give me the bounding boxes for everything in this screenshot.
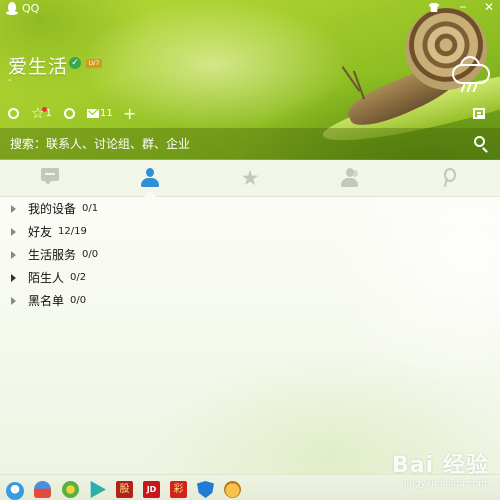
figure-icon[interactable] xyxy=(34,481,51,498)
status-toolbar: ☆ 1 11 + xyxy=(0,103,500,123)
cloud-rain-icon[interactable] xyxy=(448,56,492,96)
user-nickname[interactable]: 爱生活 xyxy=(8,52,68,79)
search-icon[interactable] xyxy=(474,136,485,147)
security-shield-icon[interactable] xyxy=(197,481,214,498)
qq-main-window: QQ – ✕ 爱生活 ✓ LV7 - ☆ 1 11 + 搜索：联系人、讨论组、群… xyxy=(0,0,500,500)
group-life-services[interactable]: 生活服务 0/0 xyxy=(0,243,500,266)
shirt-icon xyxy=(428,3,440,12)
qq-icon[interactable] xyxy=(6,482,24,500)
tab-contacts[interactable] xyxy=(100,160,200,197)
group-name: 我的设备 xyxy=(28,202,77,216)
qzone-icon xyxy=(444,168,456,188)
signature-text[interactable]: - xyxy=(8,75,12,86)
close-button[interactable]: ✕ xyxy=(480,0,498,16)
app-logo: QQ xyxy=(6,0,39,16)
message-icon xyxy=(41,168,59,185)
mail-icon xyxy=(87,108,99,118)
group-name: 黑名单 xyxy=(28,294,65,308)
space-icon xyxy=(8,107,19,119)
main-tabs: ★ xyxy=(0,160,500,197)
minimize-icon: – xyxy=(459,0,467,15)
star-button[interactable]: ☆ 1 xyxy=(31,103,52,123)
group-count: 0/1 xyxy=(82,203,99,214)
chevron-right-icon xyxy=(11,250,16,259)
jd-icon[interactable]: JD xyxy=(143,481,160,498)
group-count: 0/2 xyxy=(70,272,87,283)
group-friends[interactable]: 好友 12/19 xyxy=(0,220,500,243)
group-my-devices[interactable]: 我的设备 0/1 xyxy=(0,197,500,220)
group-blacklist[interactable]: 黑名单 0/0 xyxy=(0,289,500,312)
close-icon: ✕ xyxy=(483,0,495,14)
plus-icon: + xyxy=(123,103,137,123)
lottery-icon[interactable]: 彩 xyxy=(170,481,187,498)
search-input[interactable] xyxy=(0,128,470,159)
refresh-button[interactable] xyxy=(64,103,75,123)
video-play-icon[interactable] xyxy=(90,481,106,498)
star-icon: ★ xyxy=(240,166,260,190)
baidu-watermark: Bai 经验 xyxy=(392,453,489,478)
skin-button[interactable] xyxy=(425,0,443,16)
minimize-button[interactable]: – xyxy=(454,0,472,16)
chevron-right-icon xyxy=(11,227,16,236)
app-title: QQ xyxy=(22,1,40,15)
group-count: 0/0 xyxy=(82,249,99,260)
chevron-right-icon xyxy=(11,296,16,305)
chevron-right-icon xyxy=(11,204,16,213)
mail-button[interactable]: 11 xyxy=(87,103,113,123)
group-strangers[interactable]: 陌生人 0/2 xyxy=(0,266,500,289)
skin-header: QQ – ✕ 爱生活 ✓ LV7 - ☆ 1 11 + 搜索：联系人、讨论组、群… xyxy=(0,0,500,160)
group-name: 生活服务 xyxy=(28,248,77,262)
add-button[interactable]: + xyxy=(123,103,136,123)
group-count: 0/0 xyxy=(70,295,87,306)
tab-messages[interactable] xyxy=(0,160,100,196)
chevron-right-icon xyxy=(11,273,16,282)
group-icon xyxy=(338,168,362,188)
music-icon[interactable] xyxy=(62,481,79,498)
tab-favorites[interactable]: ★ xyxy=(200,160,300,196)
contact-group-list: 我的设备 0/1 好友 12/19 生活服务 0/0 陌生人 0/2 黑名单 0… xyxy=(0,197,500,474)
tab-groups[interactable] xyxy=(300,160,400,196)
search-bar xyxy=(0,128,500,159)
app-manager-button[interactable] xyxy=(473,103,485,123)
level-badge[interactable]: LV7 xyxy=(86,59,102,68)
group-count: 12/19 xyxy=(58,226,87,237)
baidu-watermark-url: jingyan.baidu.com xyxy=(404,479,488,489)
group-name: 好友 xyxy=(28,225,53,239)
penguin-icon xyxy=(6,1,18,15)
mail-count: 11 xyxy=(100,107,113,119)
notification-dot xyxy=(42,107,47,112)
contacts-icon xyxy=(140,168,160,188)
group-name: 陌生人 xyxy=(28,271,65,285)
stock-icon[interactable]: 股 xyxy=(116,481,133,498)
verified-icon[interactable]: ✓ xyxy=(69,57,81,69)
refresh-icon xyxy=(64,107,75,119)
app-manager-icon xyxy=(473,107,485,119)
space-button[interactable] xyxy=(8,103,19,123)
tab-qzone[interactable] xyxy=(400,160,500,196)
pet-icon[interactable] xyxy=(224,481,241,498)
